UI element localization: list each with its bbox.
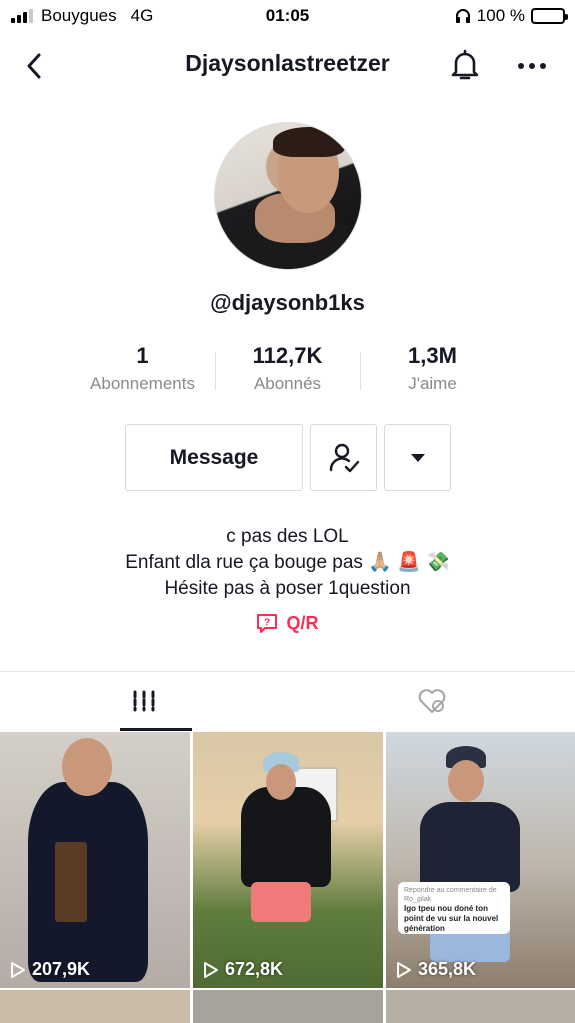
video-thumbnail[interactable]: Répondre au commentaire de Ro_gilak Igo … <box>386 732 575 988</box>
battery-percent: 100 % <box>476 6 525 25</box>
stat-likes-value: 1,3M <box>408 343 457 368</box>
bag-strap <box>55 842 87 922</box>
video-thumbnail[interactable] <box>0 990 190 1023</box>
stat-following-value: 1 <box>136 343 149 368</box>
profile-bio: c pas des LOL Enfant dla rue ça bouge pa… <box>0 524 575 602</box>
suggestions-dropdown-button[interactable] <box>384 424 451 491</box>
stat-likes-label: J'aime <box>408 374 457 393</box>
stat-followers-value: 112,7K <box>252 343 323 368</box>
stat-followers[interactable]: 112,7K Abonnés <box>215 342 360 402</box>
caret-down-icon <box>410 453 425 462</box>
sticker-text: Igo tpeu nou doné ton point de vu sur la… <box>404 904 499 933</box>
view-count: 207,9K <box>10 959 90 980</box>
tab-liked[interactable] <box>288 672 575 730</box>
more-dots-icon[interactable] <box>512 48 552 84</box>
message-button[interactable]: Message <box>125 424 303 491</box>
nav-bar: Djaysonlastreetzer <box>0 36 575 92</box>
video-thumbnail[interactable] <box>386 990 575 1023</box>
video-thumbnail[interactable]: 672,8K <box>193 732 383 988</box>
avatar[interactable] <box>214 122 362 270</box>
question-bubble-icon: ? <box>257 614 278 633</box>
bio-line-1: c pas des LOL <box>226 526 349 547</box>
qa-label: Q/R <box>286 612 319 633</box>
avatar-hair <box>273 127 345 157</box>
qa-reply-sticker: Répondre au commentaire de Ro_gilak Igo … <box>398 882 510 934</box>
view-count-value: 672,8K <box>225 959 284 979</box>
person-head <box>448 760 484 802</box>
headphones-icon <box>455 9 470 23</box>
video-thumbnail[interactable] <box>193 990 383 1023</box>
view-count: 672,8K <box>203 959 283 980</box>
tab-videos[interactable] <box>0 672 287 730</box>
person-head <box>266 764 296 800</box>
person-head <box>62 738 112 796</box>
stat-likes[interactable]: 1,3M J'aime <box>360 342 505 402</box>
status-bar: Bouygues 4G 01:05 100 % <box>0 0 575 32</box>
person-figure <box>28 782 148 982</box>
status-right: 100 % <box>455 6 568 26</box>
profile-title: Djaysonlastreetzer <box>185 50 390 76</box>
play-outline-icon <box>11 961 25 978</box>
view-count-value: 365,8K <box>418 959 477 979</box>
svg-text:?: ? <box>264 618 270 629</box>
battery-icon <box>531 8 568 24</box>
profile-handle: @djaysonb1ks <box>210 290 365 315</box>
hidden-heart-icon <box>418 689 445 714</box>
person-shorts <box>251 882 311 922</box>
video-thumbnail[interactable]: 207,9K <box>0 732 190 988</box>
profile-stats: 1 Abonnements 112,7K Abonnés 1,3M J'aime <box>70 342 505 402</box>
view-count-value: 207,9K <box>32 959 91 979</box>
user-check-icon <box>329 443 359 472</box>
qa-link[interactable]: ? Q/R <box>0 612 575 634</box>
bell-icon[interactable] <box>446 46 484 84</box>
sticker-header: Répondre au commentaire de Ro_gilak <box>404 887 497 903</box>
view-count: 365,8K <box>396 959 476 980</box>
play-outline-icon <box>397 961 411 978</box>
grid-bars-icon <box>133 690 154 712</box>
bio-line-3: Hésite pas à poser 1question <box>164 578 411 599</box>
bio-line-2: Enfant dla rue ça bouge pas 🙏🏼 🚨 💸 <box>125 552 450 573</box>
active-tab-indicator <box>120 728 192 731</box>
stat-followers-label: Abonnés <box>253 374 322 393</box>
play-outline-icon <box>204 961 218 978</box>
person-figure <box>420 802 520 892</box>
following-button[interactable] <box>310 424 377 491</box>
person-figure <box>241 787 331 887</box>
stat-following[interactable]: 1 Abonnements <box>70 342 215 402</box>
stat-following-label: Abonnements <box>90 374 195 393</box>
